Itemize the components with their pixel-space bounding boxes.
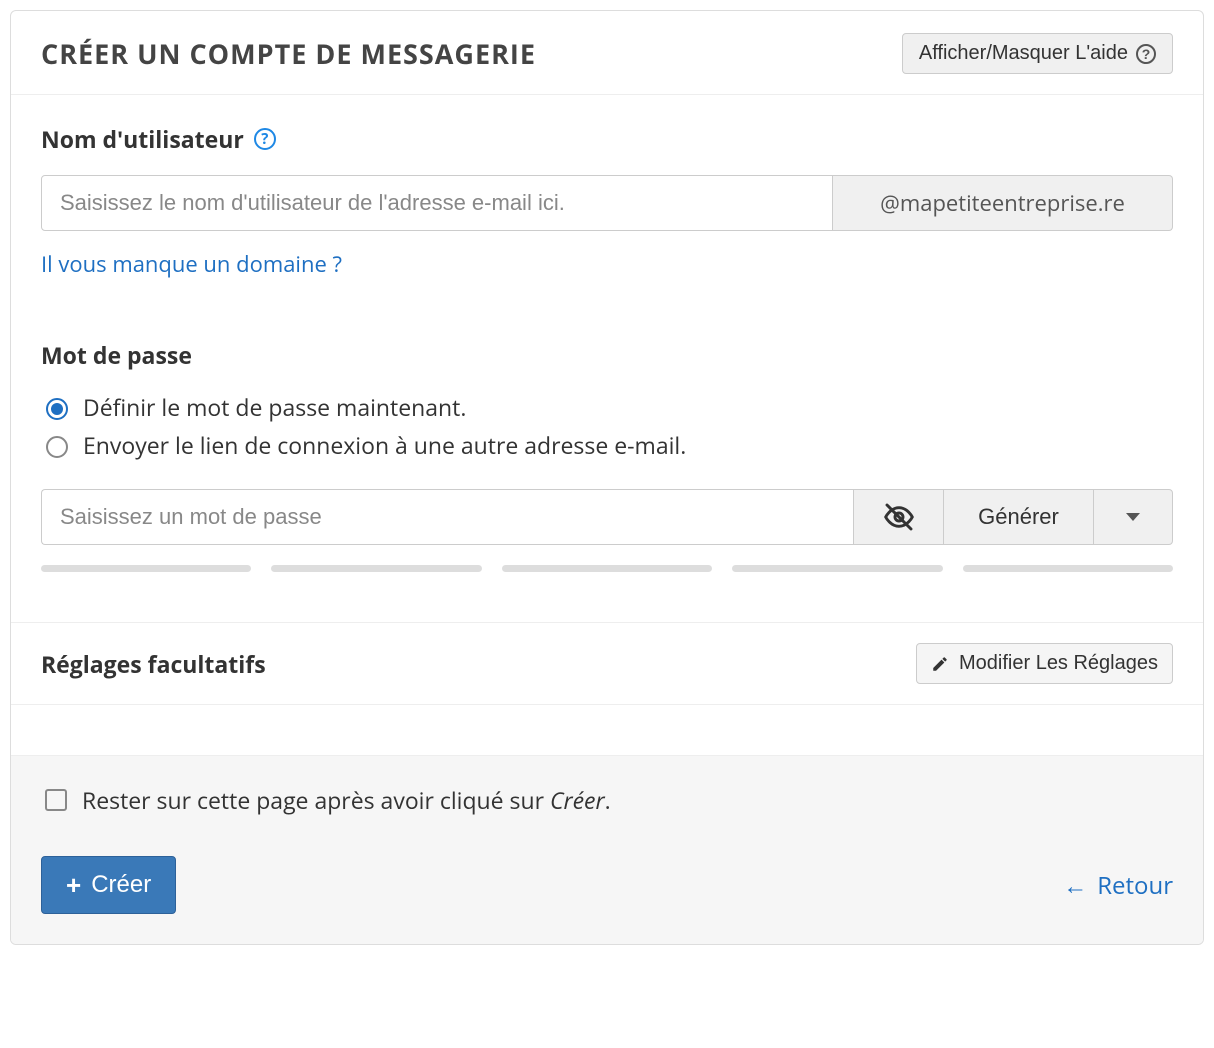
create-button[interactable]: + Créer: [41, 856, 176, 914]
strength-segment: [271, 565, 481, 572]
generate-password-button[interactable]: Générer: [943, 489, 1093, 545]
eye-off-icon: [883, 501, 915, 533]
create-button-label: Créer: [91, 871, 151, 899]
password-input[interactable]: [41, 489, 853, 545]
username-input[interactable]: [41, 175, 833, 231]
edit-settings-button[interactable]: Modifier Les Réglages: [916, 643, 1173, 684]
toggle-help-button[interactable]: Afficher/Masquer L'aide ?: [902, 33, 1173, 74]
toggle-help-label: Afficher/Masquer L'aide: [919, 42, 1128, 65]
help-icon: ?: [1136, 44, 1156, 64]
pencil-icon: [931, 655, 949, 673]
stay-on-page-checkbox[interactable]: [45, 789, 67, 811]
username-input-group: @mapetiteentreprise.re: [41, 175, 1173, 231]
edit-settings-label: Modifier Les Réglages: [959, 652, 1158, 675]
radio-set-now-label: Définir le mot de passe maintenant.: [83, 391, 466, 423]
chevron-down-icon: [1126, 513, 1140, 521]
username-label-row: Nom d'utilisateur ?: [41, 123, 276, 155]
strength-segment: [41, 565, 251, 572]
optional-settings-header: Réglages facultatifs Modifier Les Réglag…: [11, 623, 1203, 705]
panel-title: Créer un compte de messagerie: [41, 35, 536, 72]
toggle-password-visibility-button[interactable]: [853, 489, 943, 545]
password-strength-meter: [41, 565, 1173, 572]
create-mail-account-panel: Créer un compte de messagerie Afficher/M…: [10, 10, 1204, 945]
username-label: Nom d'utilisateur: [41, 123, 244, 155]
radio-send-link-label: Envoyer le lien de connexion à une autre…: [83, 429, 686, 461]
password-option-set-now[interactable]: Définir le mot de passe maintenant.: [41, 391, 1173, 423]
stay-on-page-row[interactable]: Rester sur cette page après avoir cliqué…: [41, 784, 1173, 816]
arrow-left-icon: ←: [1063, 869, 1087, 902]
stay-on-page-label: Rester sur cette page après avoir cliqué…: [82, 784, 611, 816]
panel-footer: Rester sur cette page après avoir cliqué…: [11, 755, 1203, 944]
username-section: Nom d'utilisateur ? @mapetiteentreprise.…: [11, 95, 1203, 622]
help-icon[interactable]: ?: [254, 128, 276, 150]
password-label: Mot de passe: [41, 339, 192, 371]
footer-actions: + Créer ← Retour: [41, 856, 1173, 914]
missing-domain-link[interactable]: Il vous manque un domaine ?: [41, 249, 342, 279]
password-input-group: Générer: [41, 489, 1173, 545]
strength-segment: [963, 565, 1173, 572]
radio-set-now[interactable]: [46, 398, 68, 420]
password-option-send-link[interactable]: Envoyer le lien de connexion à une autre…: [41, 429, 1173, 461]
strength-segment: [732, 565, 942, 572]
generate-password-dropdown[interactable]: [1093, 489, 1173, 545]
strength-segment: [502, 565, 712, 572]
optional-settings-title: Réglages facultatifs: [41, 648, 266, 680]
generate-password-label: Générer: [978, 504, 1059, 530]
plus-icon: +: [66, 872, 81, 898]
domain-addon: @mapetiteentreprise.re: [833, 175, 1173, 231]
radio-send-link[interactable]: [46, 436, 68, 458]
panel-header: Créer un compte de messagerie Afficher/M…: [11, 11, 1203, 95]
back-link-label: Retour: [1097, 869, 1173, 902]
back-link[interactable]: ← Retour: [1063, 869, 1173, 902]
